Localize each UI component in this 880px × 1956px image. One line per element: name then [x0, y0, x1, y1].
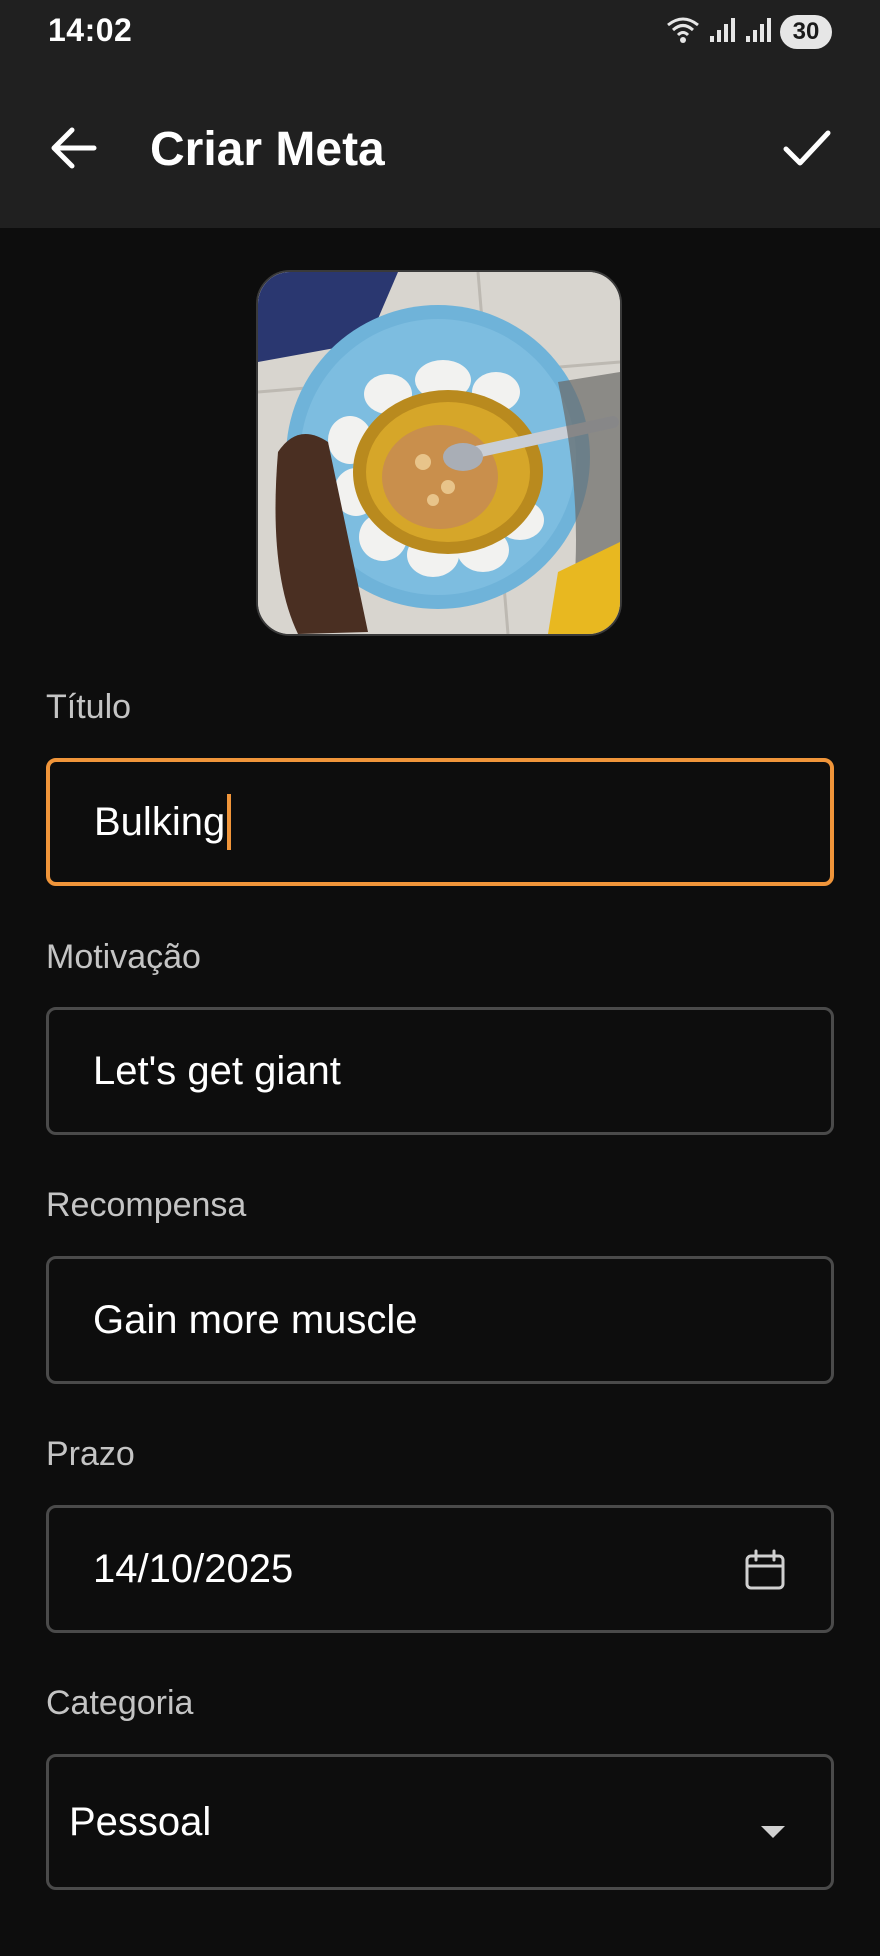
goal-photo[interactable]	[256, 270, 622, 636]
categoria-select[interactable]: Pessoal	[46, 1754, 834, 1890]
recompensa-input[interactable]: Gain more muscle	[46, 1256, 834, 1384]
categoria-value: Pessoal	[69, 1799, 212, 1844]
save-button[interactable]	[776, 118, 836, 178]
text-caret	[227, 794, 232, 850]
page-title: Criar Meta	[150, 123, 385, 176]
recompensa-value: Gain more muscle	[93, 1297, 418, 1342]
check-icon	[783, 130, 831, 166]
calendar-icon[interactable]	[743, 1548, 787, 1592]
motivacao-input[interactable]: Let's get giant	[46, 1007, 834, 1135]
titulo-label: Título	[46, 688, 132, 726]
status-time: 14:02	[48, 12, 133, 48]
top-app-bar: 14:02 30 Criar Meta	[0, 0, 880, 228]
signal-icon	[708, 16, 736, 49]
motivacao-value: Let's get giant	[93, 1048, 341, 1093]
arrow-left-icon	[51, 127, 97, 169]
titulo-value: Bulking	[94, 799, 226, 844]
prazo-value: 14/10/2025	[93, 1546, 294, 1591]
battery-icon: 30	[780, 15, 832, 49]
recompensa-label: Recompensa	[46, 1186, 247, 1224]
titulo-input[interactable]: Bulking	[46, 758, 834, 886]
back-button[interactable]	[44, 118, 104, 178]
dropdown-arrow-icon	[759, 1811, 787, 1839]
wifi-icon	[666, 15, 700, 50]
categoria-label: Categoria	[46, 1684, 194, 1722]
signal-icon	[744, 16, 772, 49]
prazo-label: Prazo	[46, 1435, 135, 1473]
motivacao-label: Motivação	[46, 938, 201, 976]
prazo-input[interactable]: 14/10/2025	[46, 1505, 834, 1633]
status-icons: 30	[666, 12, 832, 52]
